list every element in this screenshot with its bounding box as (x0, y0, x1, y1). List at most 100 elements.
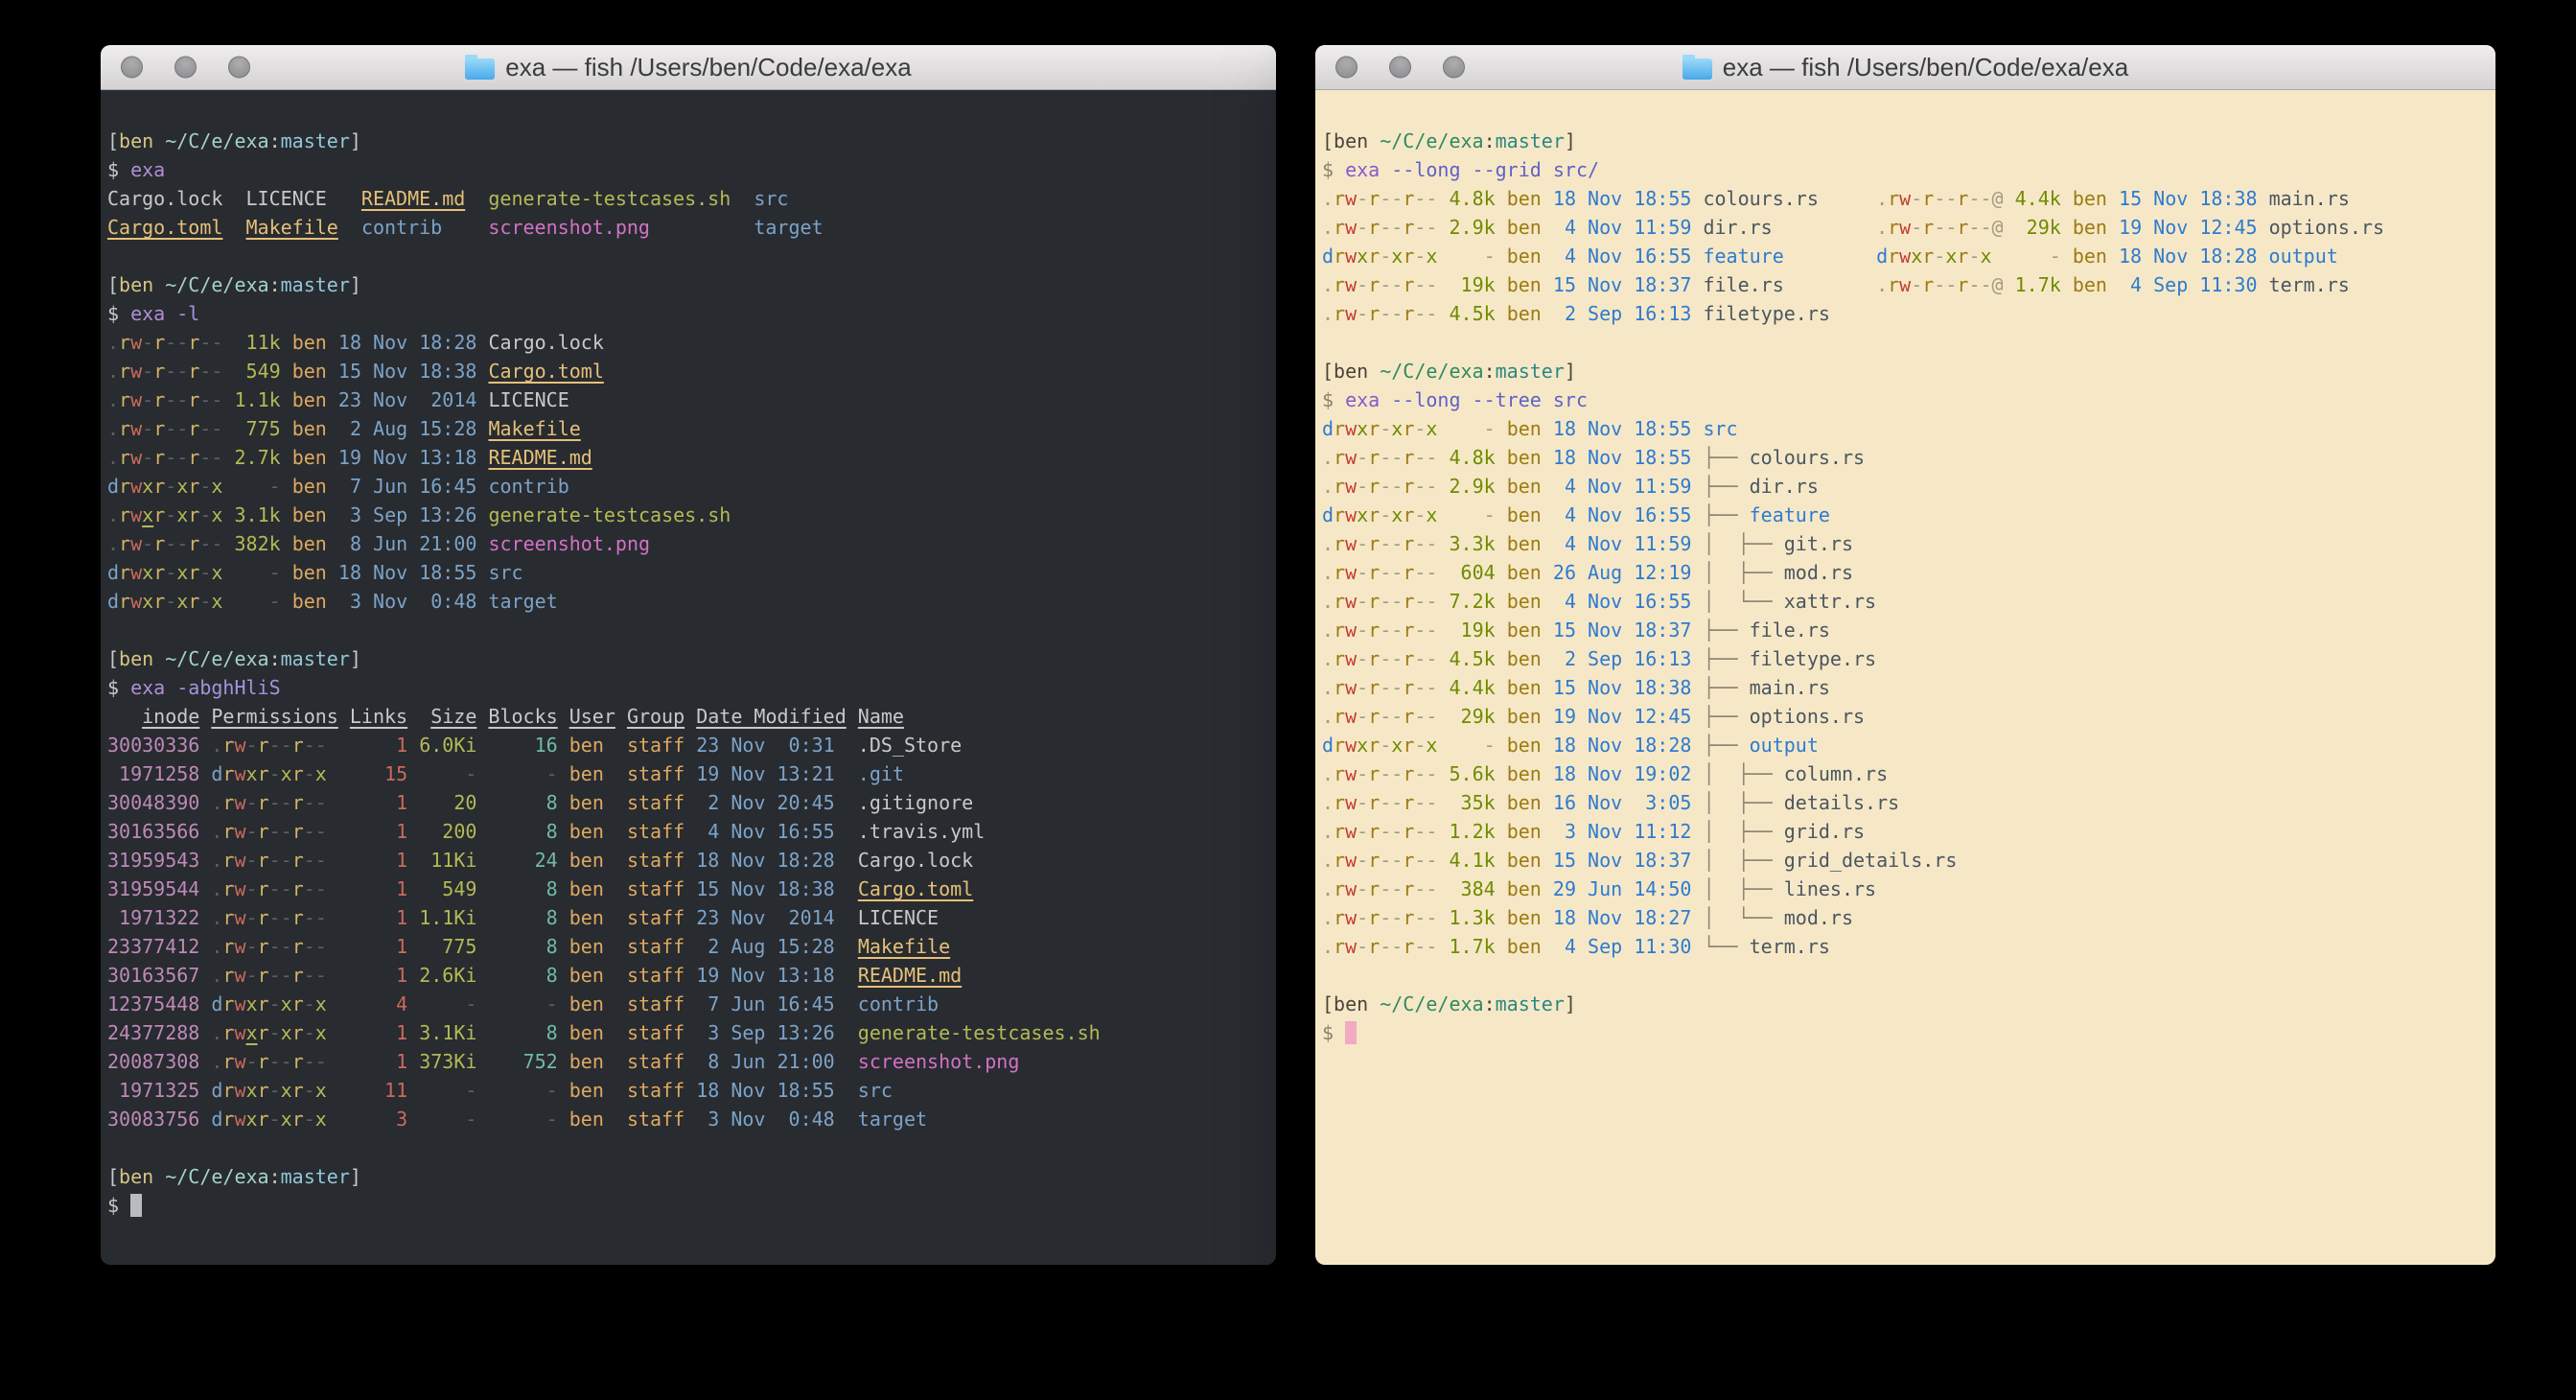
text-run: 2 Nov 20:45 (696, 791, 835, 814)
text-run: - (165, 561, 176, 584)
text-run: 16 (488, 734, 557, 757)
text-run: x (281, 762, 292, 785)
text-run: 775 (222, 417, 280, 440)
minimize-button[interactable] (174, 57, 197, 79)
text-run: r (1368, 734, 1380, 757)
terminal-window-right[interactable]: exa — fish /Users/ben/Code/exa/exa [ben … (1315, 45, 2495, 1265)
text-run (199, 935, 211, 958)
text-run: x (315, 992, 327, 1015)
text-run: r (1403, 503, 1414, 526)
text-run: x (1357, 245, 1368, 268)
text-run: 15 Nov 18:38 (2119, 187, 2258, 210)
terminal-line: .rw-r--r-- 4.5k ben 2 Sep 16:13 filetype… (1322, 299, 2492, 328)
terminal-content[interactable]: [ben ~/C/e/exa:master]$ exa --long --gri… (1315, 89, 2495, 1265)
text-run (338, 216, 361, 239)
text-run: . (1322, 935, 1334, 958)
text-run: -- (1414, 820, 1437, 843)
terminal-line: 24377288 .rwxr-xr-x 1 3.1Ki 8 ben staff … (107, 1018, 1272, 1047)
text-run: w (1345, 561, 1357, 584)
text-run: x (1357, 734, 1368, 757)
text-run (1691, 820, 1703, 843)
text-run: 2.7k (222, 446, 280, 469)
text-run: @ (1992, 187, 2004, 210)
zoom-button[interactable] (1443, 57, 1465, 79)
text-run: 29 Jun 14:50 (1553, 877, 1692, 900)
text-run: r (119, 561, 130, 584)
text-run: 1 (350, 849, 407, 872)
text-run: xattr.rs (1784, 590, 1876, 613)
text-run: Cargo.toml (488, 360, 603, 383)
zoom-button[interactable] (228, 57, 250, 79)
text-run: r (119, 417, 130, 440)
text-run (1691, 676, 1703, 699)
text-run: [ (107, 129, 119, 152)
text-run: r (188, 331, 199, 354)
text-run: 30083756 (107, 1108, 199, 1131)
text-run (153, 647, 165, 670)
text-run: r (1403, 532, 1414, 555)
text-run: r (1368, 849, 1380, 872)
text-run: ├── (1703, 503, 1749, 526)
text-run: ben (1496, 245, 1553, 268)
text-run: ben (1496, 849, 1553, 872)
text-run (685, 877, 696, 900)
text-run: - (1437, 503, 1495, 526)
text-run: r (119, 475, 130, 498)
text-run: w (1899, 216, 1911, 239)
text-run: x (246, 762, 258, 785)
text-run: r (1403, 820, 1414, 843)
terminal-line: $ exa -l (107, 299, 1272, 328)
text-run: -- (1414, 791, 1437, 814)
text-run: column.rs (1784, 762, 1888, 785)
text-run: master (281, 1165, 350, 1188)
text-run: 2 Sep 16:13 (1553, 302, 1692, 325)
text-run: r (1334, 273, 1345, 296)
text-run: ~/C/e/exa (1380, 360, 1483, 383)
text-run: Cargo.toml (107, 216, 222, 239)
terminal-content[interactable]: [ben ~/C/e/exa:master]$ exaCargo.lock LI… (101, 89, 1276, 1265)
text-run: -- (304, 877, 327, 900)
text-run (1691, 647, 1703, 670)
minimize-button[interactable] (1389, 57, 1411, 79)
text-run (685, 849, 696, 872)
text-run: Makefile (858, 935, 950, 958)
text-run: 1 (350, 820, 407, 843)
text-run: . (211, 935, 222, 958)
text-run: @ (1992, 273, 2004, 296)
text-run: x (281, 992, 292, 1015)
text-run: ben (1496, 820, 1553, 843)
folder-icon (465, 58, 495, 80)
text-run: w (234, 906, 245, 929)
terminal-line: .rw-r--r-- 775 ben 2 Aug 15:28 Makefile (107, 414, 1272, 443)
text-run (199, 1050, 211, 1073)
text-run (476, 791, 488, 814)
text-run (407, 935, 419, 958)
text-run: -- (1414, 590, 1437, 613)
text-run (685, 1021, 696, 1044)
text-run: x (1945, 245, 1957, 268)
text-run: README.md (488, 446, 592, 469)
close-button[interactable] (1335, 57, 1358, 79)
text-run (153, 273, 165, 296)
text-run: 7 Jun 16:45 (696, 992, 835, 1015)
text-run: . (1322, 705, 1334, 728)
close-button[interactable] (121, 57, 143, 79)
text-run: w (130, 417, 142, 440)
text-run: r (1334, 187, 1345, 210)
text-run: ben (281, 417, 338, 440)
text-run (465, 187, 488, 210)
terminal-line: [ben ~/C/e/exa:master] (1322, 357, 2492, 385)
terminal-window-left[interactable]: exa — fish /Users/ben/Code/exa/exa [ben … (101, 45, 1276, 1265)
window-titlebar[interactable]: exa — fish /Users/ben/Code/exa/exa (101, 45, 1276, 90)
window-titlebar[interactable]: exa — fish /Users/ben/Code/exa/exa (1315, 45, 2495, 90)
window-title-text: exa — fish /Users/ben/Code/exa/exa (1723, 53, 2128, 82)
text-run: w (1345, 503, 1357, 526)
terminal-line: $ (107, 1191, 1272, 1220)
text-run: - (222, 561, 280, 584)
traffic-lights (121, 57, 250, 79)
text-run (327, 877, 350, 900)
text-run: - (488, 762, 557, 785)
text-run: r (1334, 791, 1345, 814)
terminal-line: Cargo.toml Makefile contrib screenshot.p… (107, 213, 1272, 242)
text-run: w (234, 762, 245, 785)
